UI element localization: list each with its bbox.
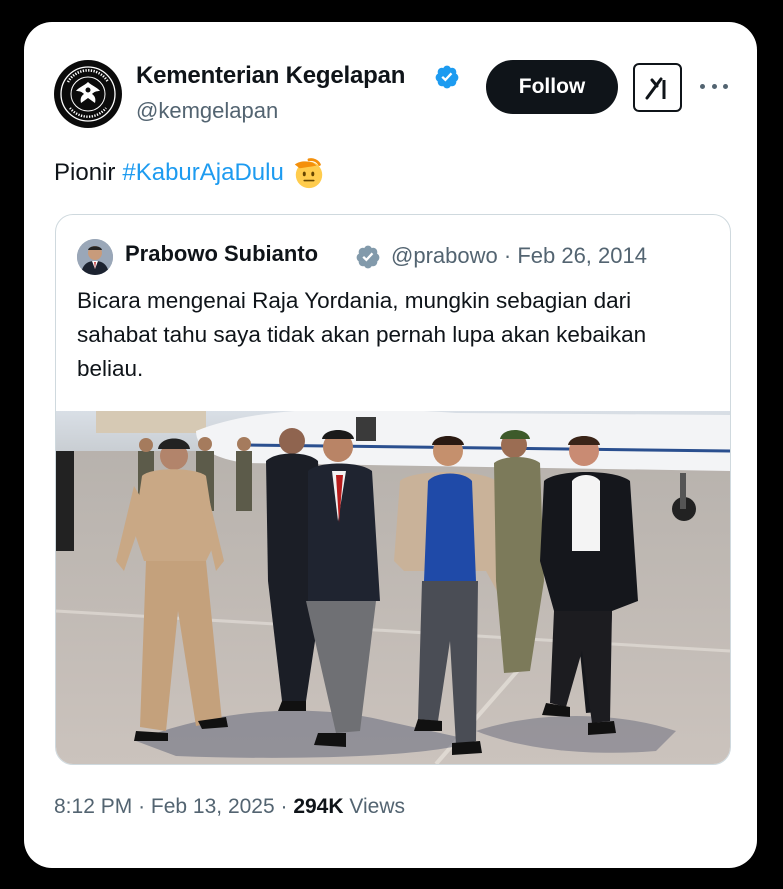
grok-icon (645, 77, 665, 99)
tweet-date[interactable]: Feb 13, 2025 (151, 795, 275, 818)
separator-dot: · (503, 243, 518, 268)
dot (723, 83, 728, 89)
grok-button[interactable] (633, 63, 682, 112)
hashtag-link[interactable]: #KaburAjaDulu (122, 159, 283, 187)
person-avatar-icon (77, 239, 113, 275)
dot (700, 83, 705, 89)
tweet-time[interactable]: 8:12 PM (54, 795, 132, 818)
tweet-text: Pionir #KaburAjaDulu (54, 156, 326, 190)
quoted-author-name[interactable]: Prabowo Subianto (125, 241, 318, 267)
saluting-face-emoji (294, 158, 323, 189)
more-options-icon[interactable] (700, 74, 728, 98)
author-display-name[interactable]: Kementerian Kegelapan (136, 62, 405, 90)
separator-dot: · (138, 795, 151, 818)
verified-badge-icon (435, 65, 459, 89)
author-avatar[interactable] (54, 60, 122, 128)
quoted-tweet[interactable]: Prabowo Subianto @prabowo · Feb 26, 2014… (55, 214, 731, 765)
kemgelapan-seal-logo (55, 61, 121, 127)
author-handle[interactable]: @kemgelapan (136, 98, 278, 124)
follow-button[interactable]: Follow (486, 60, 618, 114)
quoted-tweet-text: Bicara mengenai Raja Yordania, mungkin s… (77, 288, 647, 381)
views-label: Views (349, 795, 406, 818)
quoted-tweet-date[interactable]: Feb 26, 2014 (517, 243, 647, 268)
separator-dot: · (280, 795, 294, 818)
tweet-footer: 8:12 PM · Feb 13, 2025 · 294K Views (54, 795, 405, 819)
quoted-tweet-photo[interactable] (56, 411, 730, 764)
dot (711, 83, 717, 89)
quoted-author-avatar[interactable] (77, 239, 113, 275)
quoted-author-handle[interactable]: @prabowo (391, 243, 498, 268)
tweet-body: Pionir (54, 159, 116, 186)
tweet-card: Kementerian Kegelapan @kemgelapan Follow… (24, 22, 757, 868)
quoted-tweet-meta: @prabowo · Feb 26, 2014 (391, 243, 647, 269)
views-count: 294K (293, 795, 344, 818)
gray-verified-badge-icon (356, 245, 380, 269)
